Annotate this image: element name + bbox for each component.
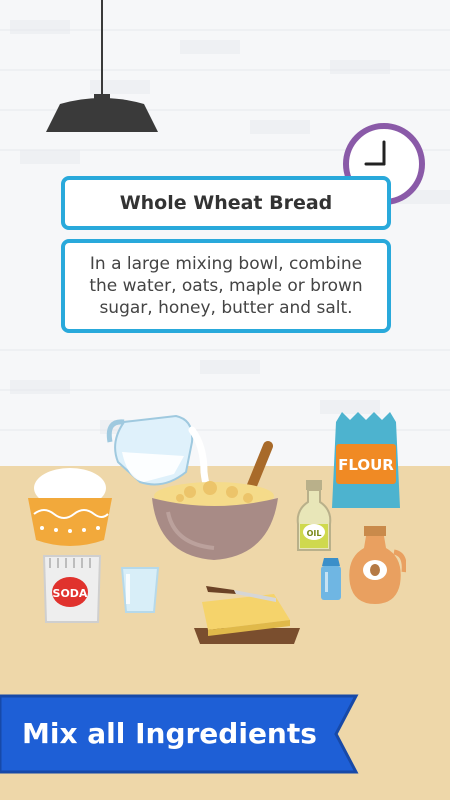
recipe-instruction-card: In a large mixing bowl, combine the wate… [61,239,391,333]
salt-shaker[interactable] [318,556,344,602]
soda-label: SODA [53,587,88,600]
water-glass[interactable] [118,564,162,616]
hanging-lamp [46,0,158,132]
game-scene: Whole Wheat Bread In a large mixing bowl… [0,0,450,800]
recipe-title: Whole Wheat Bread [119,192,333,214]
recipe-title-card: Whole Wheat Bread [61,176,391,230]
flour-bag[interactable]: FLOUR [326,410,406,512]
mixing-bowl[interactable] [150,440,284,566]
sugar-basket[interactable] [24,466,116,548]
flour-label: FLOUR [338,456,394,474]
banner-text: Mix all Ingredients [22,716,317,750]
honey-jug[interactable] [344,524,406,606]
oil-bottle[interactable]: OIL [294,480,334,554]
recipe-instruction: In a large mixing bowl, combine the wate… [89,254,363,318]
soda-packet[interactable]: SODA [40,552,104,624]
butter-board[interactable] [190,580,304,648]
oil-label: OIL [307,529,322,538]
